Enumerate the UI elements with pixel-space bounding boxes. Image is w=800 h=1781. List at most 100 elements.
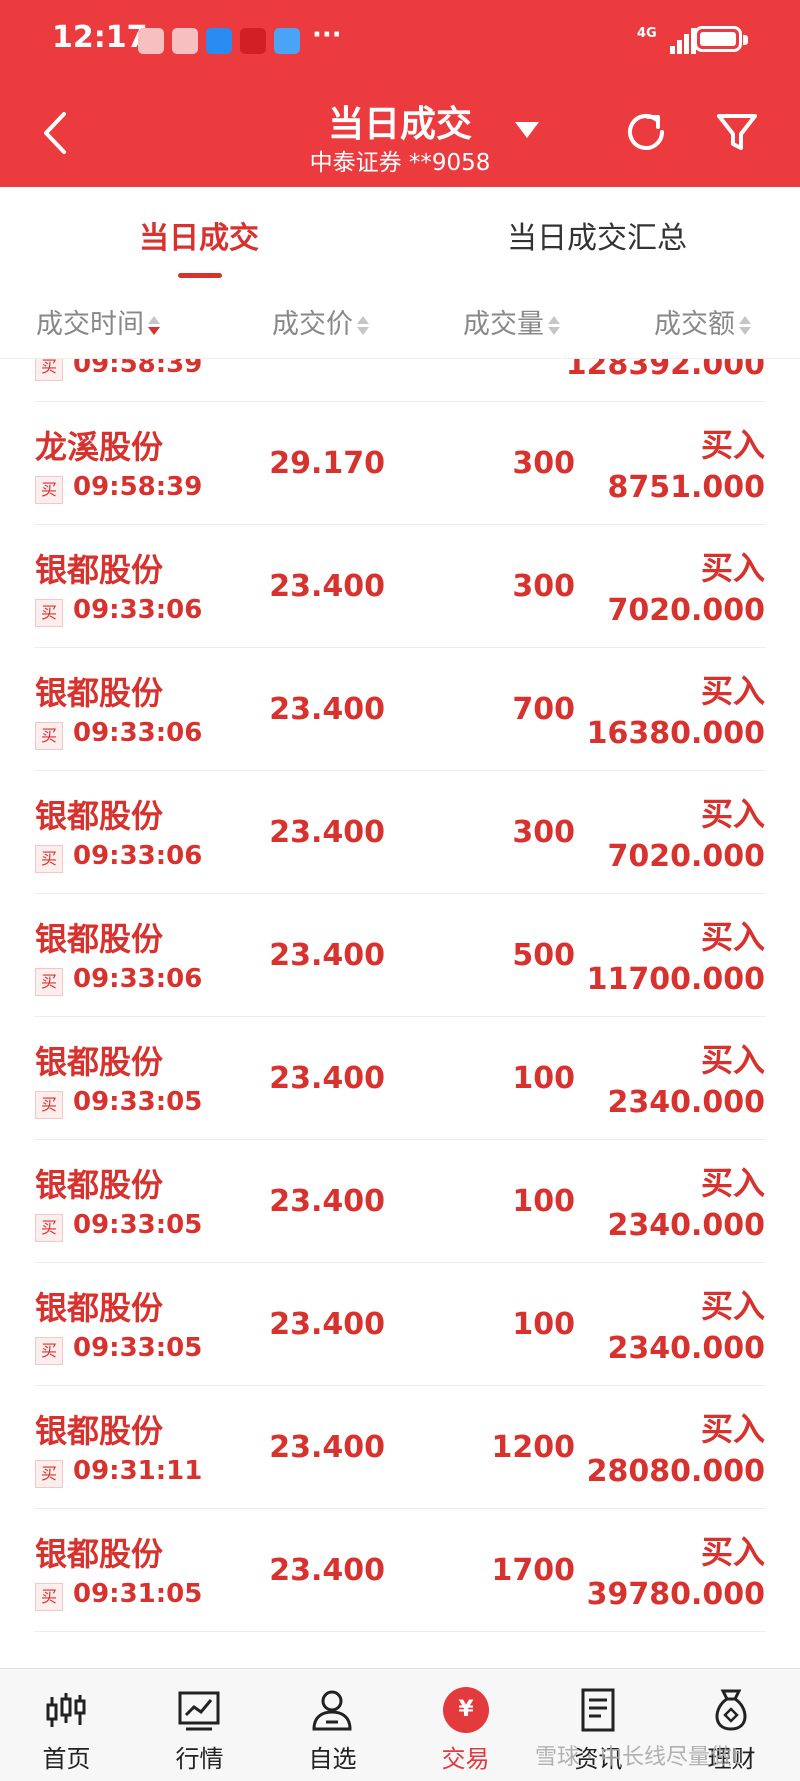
buy-tag: 买 <box>35 1214 63 1242</box>
stock-name: 银都股份 <box>35 1043 164 1081</box>
nav-trade[interactable]: ¥ 交易 <box>399 1669 532 1781</box>
trade-volume: 100 <box>512 1307 575 1342</box>
battery-icon <box>694 26 748 52</box>
document-icon <box>581 1688 615 1732</box>
trade-price: 23.400 <box>269 815 385 850</box>
tab-daily-trades[interactable]: 当日成交 <box>139 213 259 257</box>
trade-row[interactable]: 银都股份买 09:31:05 23.400 1700 买入 39780.000 <box>35 1509 765 1632</box>
trade-rows: 龙溪股份买09:58:3929.1804400买入128392.000龙溪股份买… <box>0 359 800 1632</box>
clock: 12:17 <box>52 20 148 55</box>
nav-label: 交易 <box>441 1745 490 1773</box>
stock-name: 银都股份 <box>35 551 164 589</box>
trade-row[interactable]: 银都股份买 09:33:06 23.400 700 买入 16380.000 <box>35 648 765 771</box>
trade-time: 09:31:11 <box>73 1456 203 1486</box>
stock-app-icon <box>240 28 266 54</box>
trade-amount: 16380.000 <box>586 716 765 751</box>
nav-market[interactable]: 行情 <box>133 1669 266 1781</box>
sort-header-amount[interactable]: 成交额 <box>654 302 751 341</box>
chevron-down-icon[interactable] <box>515 122 539 138</box>
nav-label: 首页 <box>42 1745 91 1773</box>
buy-tag: 买 <box>35 845 63 873</box>
trade-time: 09:33:06 <box>73 718 203 748</box>
trade-volume: 300 <box>512 569 575 604</box>
tab-daily-summary[interactable]: 当日成交汇总 <box>507 213 687 257</box>
trade-price: 29.170 <box>269 446 385 481</box>
trade-amount: 2340.000 <box>607 1331 765 1366</box>
sort-header-volume[interactable]: 成交量 <box>463 302 560 341</box>
bottom-nav: 首页 行情 自选 ¥ 交易 资讯 理财 雪球 · 中长线尽量做t <box>0 1668 800 1781</box>
trade-row[interactable]: 银都股份买 09:33:05 23.400 100 买入 2340.000 <box>35 1140 765 1263</box>
page-title: 当日成交 <box>327 104 472 145</box>
refresh-icon[interactable] <box>622 108 670 156</box>
trade-row[interactable]: 银都股份买 09:31:11 23.400 1200 买入 28080.000 <box>35 1386 765 1509</box>
message-icon <box>206 28 232 54</box>
trade-direction: 买入 <box>700 1287 765 1325</box>
trade-time: 09:31:05 <box>73 1579 203 1609</box>
trade-time: 09:33:06 <box>73 964 203 994</box>
buy-tag: 买 <box>35 1583 63 1611</box>
trade-price: 23.400 <box>269 1061 385 1096</box>
header-label: 成交价 <box>272 309 353 340</box>
trade-row[interactable]: 银都股份买 09:33:06 23.400 500 买入 11700.000 <box>35 894 765 1017</box>
sort-header-price[interactable]: 成交价 <box>272 302 369 341</box>
trade-time: 09:33:05 <box>73 1087 203 1117</box>
trade-amount: 28080.000 <box>586 1454 765 1489</box>
trade-price: 23.400 <box>269 569 385 604</box>
buy-tag: 买 <box>35 599 63 627</box>
trade-amount: 2340.000 <box>607 1208 765 1243</box>
trade-volume: 300 <box>512 815 575 850</box>
stock-name: 银都股份 <box>35 1289 164 1327</box>
app-icon <box>274 28 300 54</box>
trade-amount: 7020.000 <box>607 839 765 874</box>
trade-amount: 39780.000 <box>586 1577 765 1612</box>
trade-list[interactable]: 龙溪股份买09:58:3929.1804400买入128392.000龙溪股份买… <box>0 359 800 1668</box>
notification-icon <box>138 28 164 54</box>
trade-price: 23.400 <box>269 692 385 727</box>
stock-name: 银都股份 <box>35 797 164 835</box>
sort-icon <box>357 315 369 336</box>
stock-name: 龙溪股份 <box>35 428 164 466</box>
trade-direction: 买入 <box>700 1533 765 1571</box>
trade-price: 23.400 <box>269 1307 385 1342</box>
nav-label: 自选 <box>308 1745 357 1773</box>
trade-amount: 7020.000 <box>607 593 765 628</box>
trade-time: 09:33:06 <box>73 841 203 871</box>
stock-name: 银都股份 <box>35 1535 164 1573</box>
trade-row[interactable]: 银都股份买 09:33:06 23.400 300 买入 7020.000 <box>35 771 765 894</box>
buy-tag: 买 <box>35 1091 63 1119</box>
trade-direction: 买入 <box>700 795 765 833</box>
trade-row[interactable]: 龙溪股份买 09:58:39 29.170 300 买入 8751.000 <box>35 402 765 525</box>
stock-name: 银都股份 <box>35 674 164 712</box>
trade-volume: 100 <box>512 1061 575 1096</box>
trade-amount: 8751.000 <box>607 470 765 505</box>
nav-watchlist[interactable]: 自选 <box>266 1669 399 1781</box>
chart-icon <box>178 1691 220 1731</box>
trade-volume: 300 <box>512 446 575 481</box>
trade-price: 23.400 <box>269 938 385 973</box>
trade-price: 23.400 <box>269 1553 385 1588</box>
trade-time: 09:33:06 <box>73 595 203 625</box>
trade-row[interactable]: 银都股份买 09:33:06 23.400 300 买入 7020.000 <box>35 525 765 648</box>
sort-icon <box>148 315 160 336</box>
trade-amount: 128392.000 <box>565 359 765 382</box>
trade-volume: 1700 <box>491 1553 576 1588</box>
trade-row[interactable]: 龙溪股份买09:58:3929.1804400买入128392.000 <box>35 359 765 402</box>
trade-direction: 买入 <box>700 426 765 464</box>
trade-row[interactable]: 银都股份买 09:33:05 23.400 100 买入 2340.000 <box>35 1017 765 1140</box>
app-header: 12:17 ··· 4G 当日成交 中泰证券 **9058 <box>0 0 800 187</box>
trade-row[interactable]: 银都股份买 09:33:05 23.400 100 买入 2340.000 <box>35 1263 765 1386</box>
filter-icon[interactable] <box>713 108 761 156</box>
trade-time: 09:33:05 <box>73 1333 203 1363</box>
account-label: 中泰证券 **9058 <box>309 150 491 176</box>
sort-icon <box>739 315 751 336</box>
network-type: 4G <box>637 26 657 41</box>
buy-tag: 买 <box>35 722 63 750</box>
buy-tag: 买 <box>35 1460 63 1488</box>
sort-header-time[interactable]: 成交时间 <box>36 302 160 341</box>
trade-direction: 买入 <box>700 918 765 956</box>
trade-time: 09:58:39 <box>73 359 203 379</box>
sort-icon <box>548 315 560 336</box>
nav-home[interactable]: 首页 <box>0 1669 133 1781</box>
trade-volume: 1200 <box>491 1430 576 1465</box>
money-bag-icon <box>715 1689 747 1731</box>
